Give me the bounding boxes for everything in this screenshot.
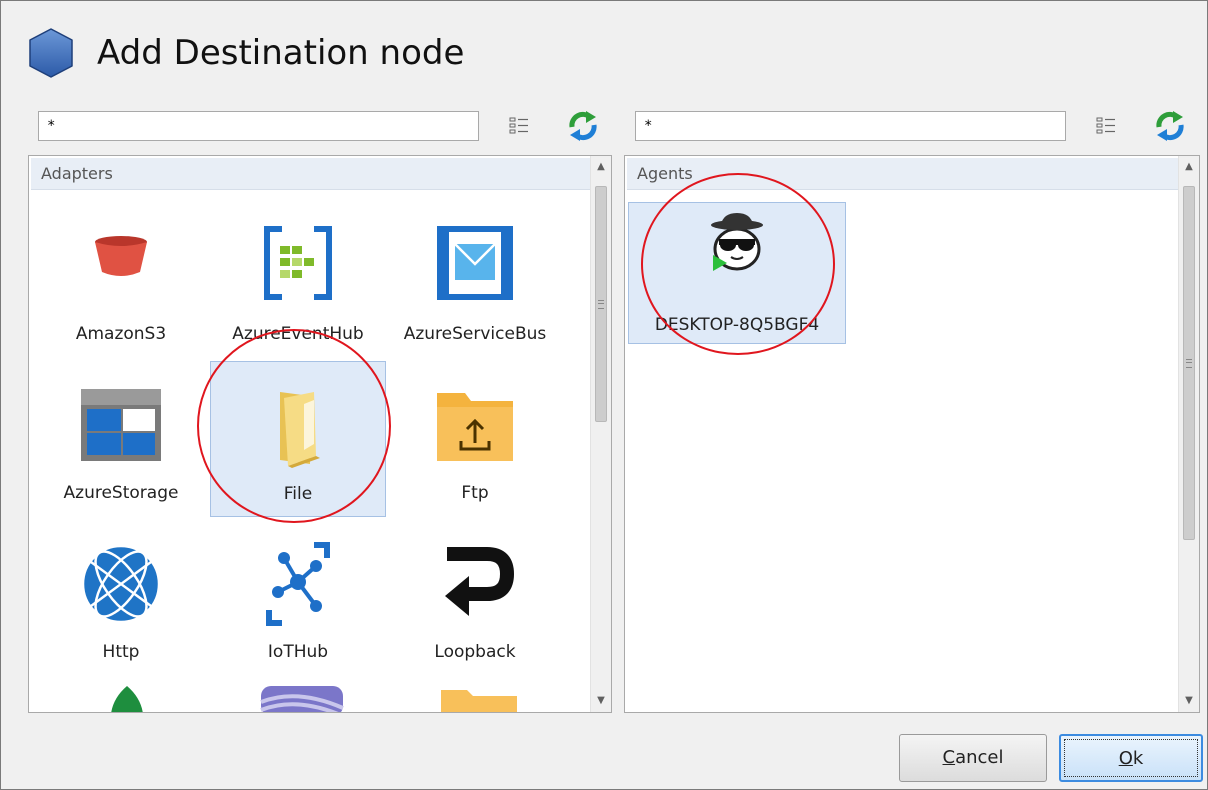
adapter-tile-amazons3[interactable]: AmazonS3 <box>33 202 209 358</box>
ftp-upload-icon <box>437 393 513 461</box>
scroll-up-arrow[interactable]: ▲ <box>591 158 611 176</box>
tile-label: DESKTOP-8Q5BGF4 <box>654 315 820 335</box>
partial-adapter-icon <box>260 686 344 712</box>
scroll-thumb[interactable] <box>1183 186 1195 540</box>
tile-label: AmazonS3 <box>75 324 167 344</box>
refresh-icon[interactable] <box>1151 107 1189 145</box>
scroll-down-arrow[interactable]: ▼ <box>1179 692 1199 710</box>
title-bar: Add Destination node <box>25 23 464 83</box>
tile-label: Ftp <box>461 483 489 503</box>
scroll-up-arrow[interactable]: ▲ <box>1179 158 1199 176</box>
adapter-tile-ftp[interactable]: Ftp <box>387 361 563 517</box>
tile-label: File <box>283 484 313 504</box>
agents-panel: Agents DESKTOP-8Q5BGF4 ▲ ▼ <box>624 155 1200 713</box>
adapter-tile-azureeventhub[interactable]: AzureEventHub <box>210 202 386 358</box>
cancel-button[interactable]: Cancel <box>899 734 1047 782</box>
adapters-panel: Adapters AmazonS3 AzureEventHub AzureSer… <box>28 155 612 713</box>
adapter-tile-azurestorage[interactable]: AzureStorage <box>33 361 209 517</box>
list-view-icon[interactable] <box>1095 115 1117 137</box>
tile-label: AzureServiceBus <box>403 324 547 344</box>
agents-group-header: Agents <box>627 158 1179 190</box>
agents-search-input[interactable] <box>635 111 1066 141</box>
scroll-down-arrow[interactable]: ▼ <box>591 692 611 710</box>
leaf-icon <box>111 686 143 712</box>
list-view-icon[interactable] <box>508 115 530 137</box>
adapter-tile-azureservicebus[interactable]: AzureServiceBus <box>387 202 563 358</box>
agent-spy-icon <box>711 213 763 271</box>
dialog-title: Add Destination node <box>97 33 465 73</box>
azure-service-bus-icon <box>437 226 513 300</box>
azure-storage-icon <box>81 389 161 461</box>
tile-label: IoTHub <box>267 642 329 662</box>
amazon-s3-icon <box>95 236 147 276</box>
adapters-search-input[interactable] <box>38 111 479 141</box>
scroll-thumb[interactable] <box>595 186 607 422</box>
adapters-scrollbar[interactable]: ▲ ▼ <box>590 156 611 712</box>
iot-hub-icon <box>266 542 330 626</box>
tile-label: AzureEventHub <box>232 324 364 344</box>
folder-icon <box>280 392 320 468</box>
hexagon-node-icon <box>29 28 73 78</box>
add-destination-node-dialog: Add Destination node Adapters <box>0 0 1208 790</box>
ok-button[interactable]: Ok <box>1059 734 1203 782</box>
refresh-icon[interactable] <box>564 107 602 145</box>
folder-icon <box>441 690 517 712</box>
tile-label: AzureStorage <box>63 483 179 503</box>
tile-label: Http <box>102 642 140 662</box>
tile-label: Loopback <box>434 642 516 662</box>
agents-scrollbar[interactable]: ▲ ▼ <box>1178 156 1199 712</box>
agent-tile-desktop[interactable]: DESKTOP-8Q5BGF4 <box>628 202 846 344</box>
adapter-tile-iothub[interactable]: IoTHub <box>210 520 386 676</box>
adapters-group-header: Adapters <box>31 158 591 190</box>
adapter-tile-file[interactable]: File <box>210 361 386 517</box>
loopback-arrow-icon <box>445 547 515 616</box>
azure-event-hub-icon <box>264 226 332 300</box>
globe-icon <box>81 544 161 624</box>
adapter-tile-http[interactable]: Http <box>33 520 209 676</box>
adapter-tile-loopback[interactable]: Loopback <box>387 520 563 676</box>
